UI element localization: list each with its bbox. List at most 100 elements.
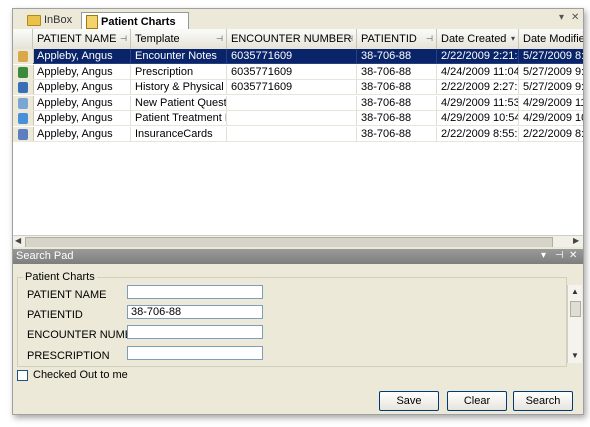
table-cell: Encounter Notes xyxy=(131,49,227,64)
person-icon xyxy=(18,82,28,93)
scroll-down-icon[interactable]: ▼ xyxy=(571,351,579,360)
card-icon xyxy=(18,128,28,140)
table-cell: 4/29/2009 10:54:... xyxy=(437,111,519,126)
table-cell: 4/29/2009 11: xyxy=(519,96,583,111)
table-row[interactable]: Appleby, AngusNew Patient Questio... 38-7… xyxy=(13,95,583,111)
table-cell: 2/22/2009 2:27:0... xyxy=(437,80,519,95)
column-template[interactable]: Template ⊣ xyxy=(131,29,227,49)
sort-icon[interactable]: ▾ xyxy=(511,34,515,43)
table-cell: 2/22/2009 8:5 xyxy=(519,127,583,142)
column-label: Date Modified xyxy=(523,33,583,45)
pin-icon[interactable]: ⊣ xyxy=(555,250,564,261)
table-cell: 6035771609 xyxy=(227,49,357,64)
table-cell: History & Physical xyxy=(131,80,227,95)
scroll-right-icon[interactable]: ▶ xyxy=(573,236,579,245)
scroll-thumb[interactable] xyxy=(25,237,553,247)
pin-icon[interactable]: ⊣ xyxy=(346,34,353,43)
column-label: ENCOUNTER NUMBER xyxy=(231,33,352,45)
table-cell: Patient Treatment F... xyxy=(131,111,227,126)
group-label: Patient Charts xyxy=(23,271,97,283)
checkbox-label: Checked Out to me xyxy=(33,369,128,381)
table-row[interactable]: Appleby, AngusPatient Treatment F... 38-7… xyxy=(13,111,583,126)
checkbox-box[interactable] xyxy=(17,369,28,381)
charts-icon xyxy=(86,14,98,29)
tab-patient-charts-label: Patient Charts xyxy=(101,15,176,28)
tab-patient-charts[interactable]: Patient Charts xyxy=(81,12,189,30)
column-encounter-number[interactable]: ENCOUNTER NUMBER ⊣ xyxy=(227,29,357,49)
column-label: PATIENTID xyxy=(361,33,417,45)
vertical-scrollbar[interactable]: ▲ ▼ xyxy=(567,285,582,363)
table-cell: 4/29/2009 10: xyxy=(519,111,583,126)
table-cell: Appleby, Angus xyxy=(33,111,131,126)
table-cell: 38-706-88 xyxy=(357,126,437,142)
grid-header: PATIENT NAME ⊣ Template ⊣ ENCOUNTER NUMBER… xyxy=(13,29,583,50)
table-cell: 38-706-88 xyxy=(357,95,437,111)
column-patientid[interactable]: PATIENTID ⊣ xyxy=(357,29,437,49)
row-icon-cell xyxy=(13,126,34,142)
row-icon-cell xyxy=(13,95,34,111)
patientid-input[interactable] xyxy=(127,305,263,319)
pin-icon[interactable]: ⊣ xyxy=(216,34,223,43)
table-cell: 2/22/2009 2:21:4... xyxy=(437,49,519,64)
encounter-number-input[interactable] xyxy=(127,325,263,339)
tab-strip: InBox Patient Charts ▾ ✕ xyxy=(13,9,583,30)
header-icon-column xyxy=(13,29,33,49)
form-icon xyxy=(18,97,28,109)
column-label: Template xyxy=(135,33,180,45)
tab-inbox-label: InBox xyxy=(44,14,73,26)
table-cell: Appleby, Angus xyxy=(33,126,131,142)
table-row[interactable]: Appleby, Angus History & Physical 60357716… xyxy=(13,80,583,95)
table-cell: 2/22/2009 8:55:1... xyxy=(437,126,519,142)
row-icon-cell xyxy=(13,49,34,64)
column-label: PATIENT NAME xyxy=(37,33,117,45)
close-icon[interactable]: ✕ xyxy=(571,12,579,23)
table-cell: 5/27/2009 8:5 xyxy=(519,49,583,64)
field-label: PATIENT NAME xyxy=(27,289,107,301)
checked-out-checkbox[interactable]: Checked Out to me xyxy=(17,369,128,381)
table-row[interactable]: Appleby, Angus InsuranceCards 38-706-88 2/2… xyxy=(13,126,583,142)
chevron-down-icon[interactable]: ▾ xyxy=(559,12,564,23)
folder-icon xyxy=(27,14,41,26)
table-cell: 38-706-88 xyxy=(357,49,437,64)
table-cell: 38-706-88 xyxy=(357,80,437,95)
search-button[interactable]: Search xyxy=(513,391,573,411)
table-cell: InsuranceCards xyxy=(131,126,227,142)
scroll-left-icon[interactable]: ◀ xyxy=(15,236,21,245)
table-cell: Appleby, Angus xyxy=(33,64,131,80)
column-date-modified[interactable]: Date Modified xyxy=(519,29,583,49)
pin-icon[interactable]: ⊣ xyxy=(120,34,127,43)
table-cell: 4/29/2009 11:53:... xyxy=(437,95,519,111)
table-cell: New Patient Questio... xyxy=(131,95,227,111)
table-cell xyxy=(227,111,357,126)
scroll-up-icon[interactable]: ▲ xyxy=(571,287,579,296)
search-pad-title: Search Pad xyxy=(16,250,74,262)
table-cell: 38-706-88 xyxy=(357,64,437,80)
column-label: Date Created xyxy=(441,33,507,45)
chevron-down-icon[interactable]: ▾ xyxy=(541,250,546,261)
table-cell: 6035771609 xyxy=(227,80,357,95)
patient-charts-grid: PATIENT NAME ⊣ Template ⊣ ENCOUNTER NUMBER… xyxy=(13,29,583,247)
search-pad-header: Search Pad ▾ ⊣ ✕ xyxy=(13,249,583,264)
table-cell: 38-706-88 xyxy=(357,111,437,126)
horizontal-scrollbar[interactable]: ◀ ▶ xyxy=(13,235,583,247)
column-patient-name[interactable]: PATIENT NAME ⊣ xyxy=(33,29,131,49)
field-label: PATIENTID xyxy=(27,309,83,321)
table-row[interactable]: Appleby, Angus Prescription 6035771609 38-7… xyxy=(13,64,583,80)
scroll-thumb[interactable] xyxy=(570,301,581,317)
close-icon[interactable]: ✕ xyxy=(569,250,577,261)
table-cell: Appleby, Angus xyxy=(33,49,131,64)
column-date-created[interactable]: Date Created ▾ xyxy=(437,29,519,49)
table-cell: 5/27/2009 9:1 xyxy=(519,65,583,80)
save-button[interactable]: Save xyxy=(379,391,439,411)
prescription-input[interactable] xyxy=(127,346,263,360)
table-row[interactable]: Appleby, Angus Encounter Notes 6035771609 3… xyxy=(13,49,583,64)
field-label: PRESCRIPTION xyxy=(27,350,110,362)
row-icon-cell xyxy=(13,80,34,95)
patient-name-input[interactable] xyxy=(127,285,263,299)
table-cell xyxy=(227,126,357,142)
pin-icon[interactable]: ⊣ xyxy=(426,34,433,43)
table-cell: Appleby, Angus xyxy=(33,80,131,95)
table-cell: Appleby, Angus xyxy=(33,95,131,111)
table-cell: Prescription xyxy=(131,64,227,80)
clear-button[interactable]: Clear xyxy=(447,391,507,411)
